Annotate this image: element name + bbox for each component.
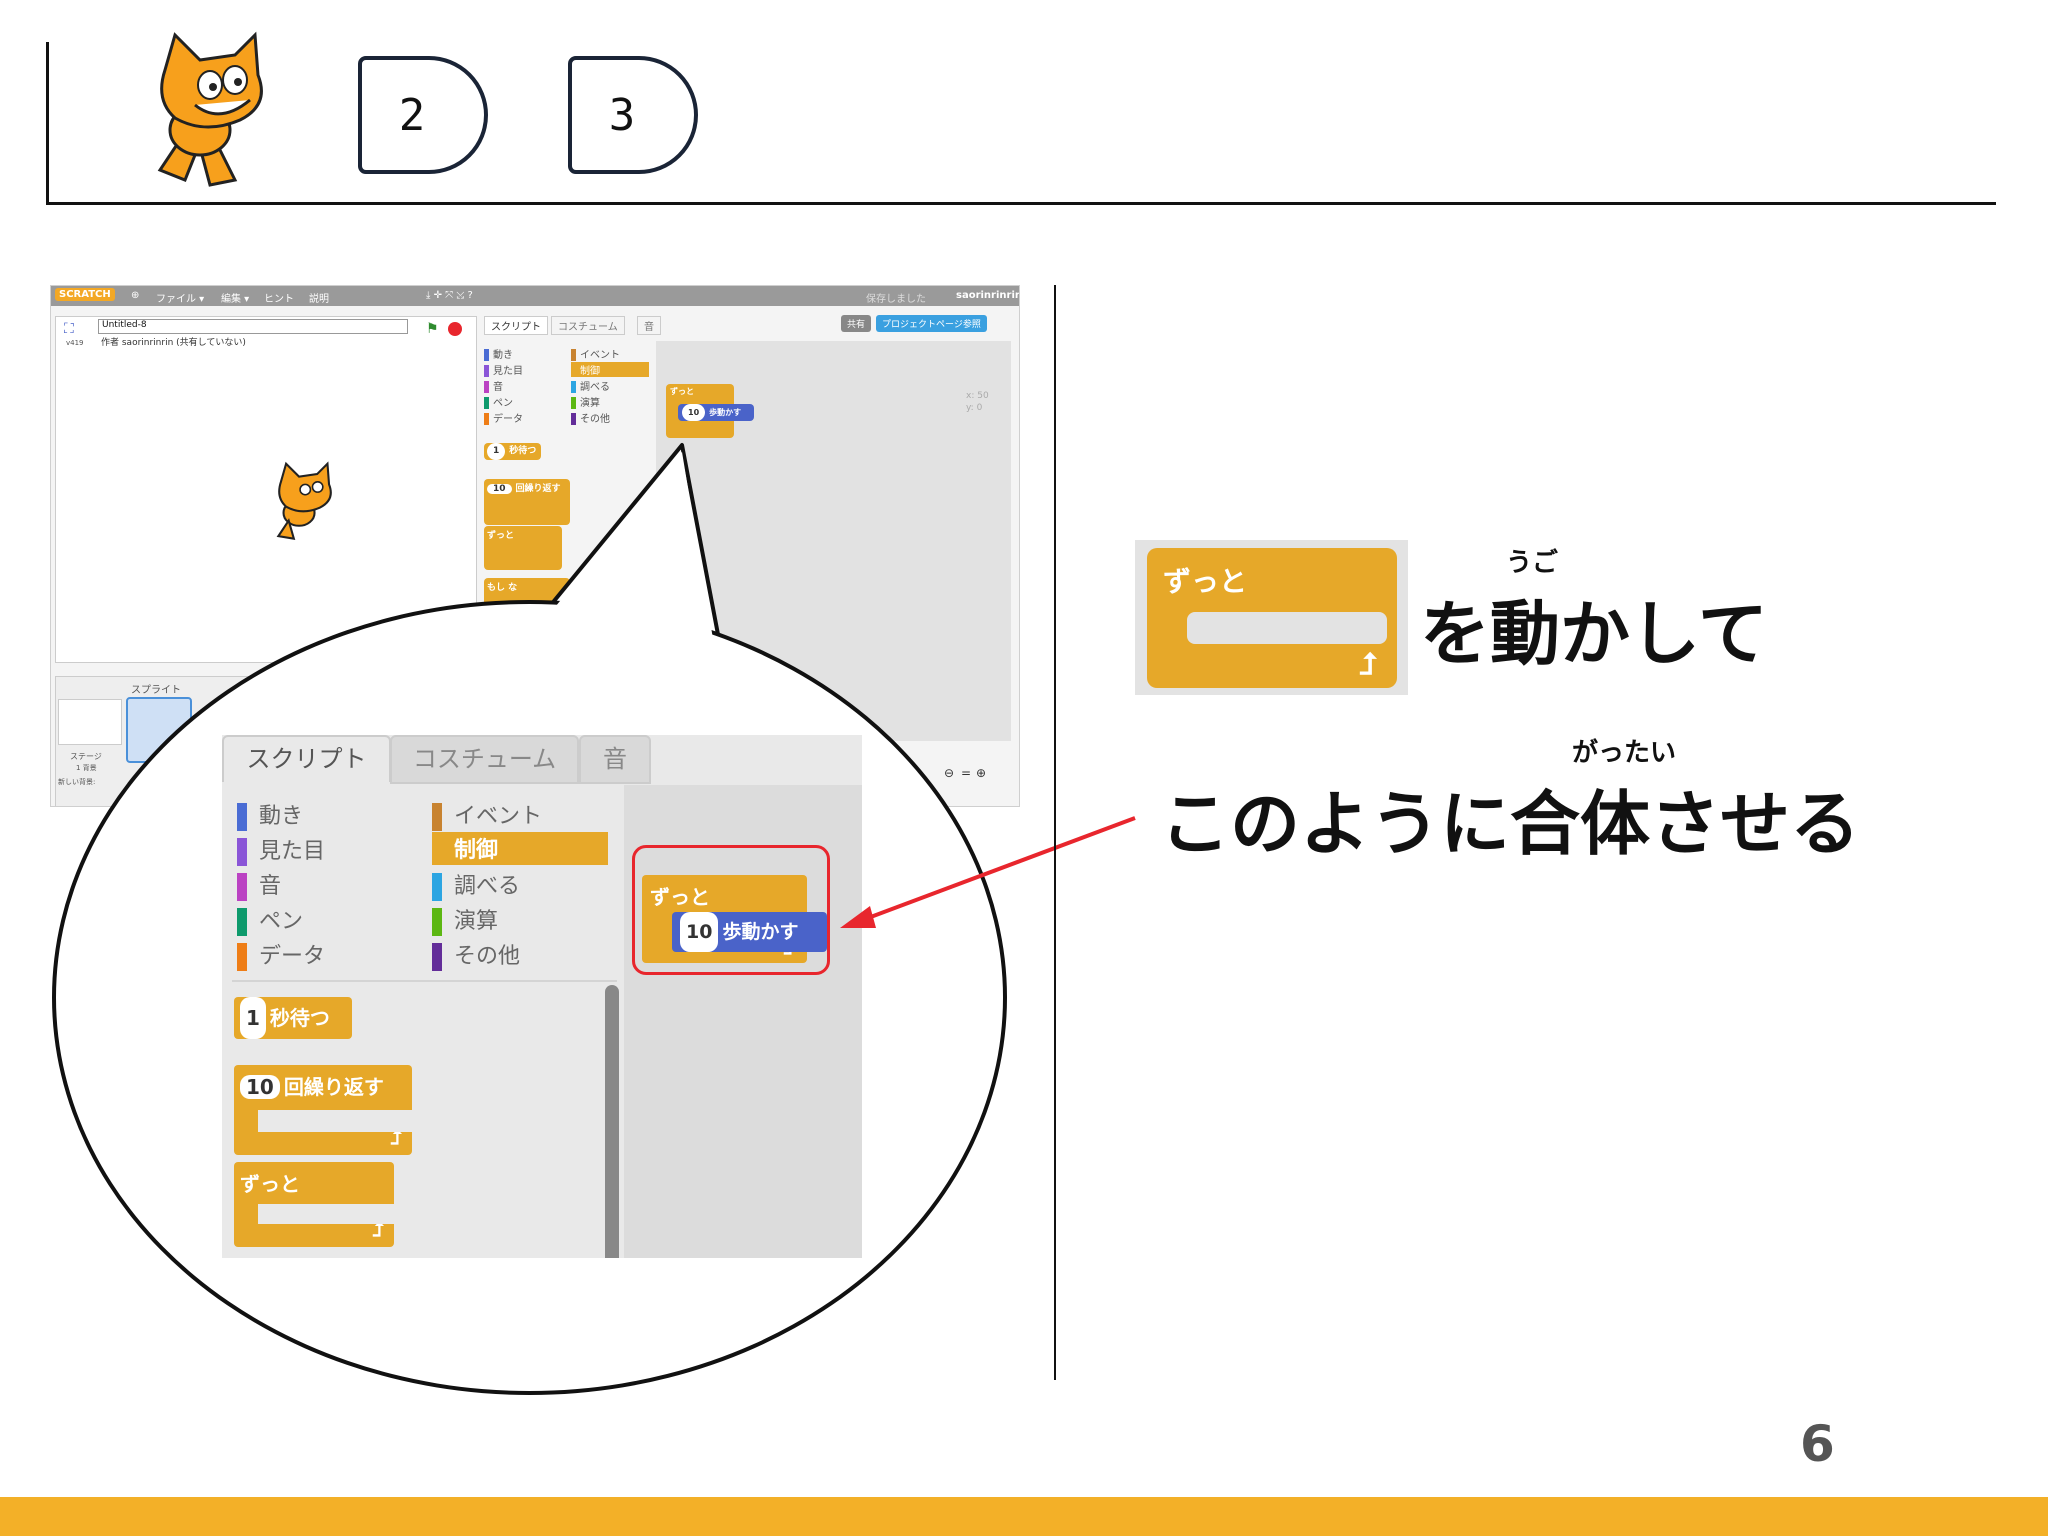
red-arrow (840, 816, 1136, 928)
instruction-line-2: このように合体させる (1160, 783, 1860, 865)
zoom-palette-scrollbar[interactable] (605, 985, 619, 1258)
page-number: 6 (1800, 1415, 1835, 1473)
ruby-ugo: うご (1506, 548, 1559, 578)
column-divider (1054, 285, 1056, 1380)
zoom-repeat-block[interactable]: 10 回繰り返す ⮥ (234, 1065, 418, 1155)
zoom-wait-block[interactable]: 1 秒待つ (234, 997, 352, 1039)
forever-arrow-icon: ⮥ (1359, 647, 1377, 682)
ruby-gattai: がったい (1572, 738, 1677, 768)
zoom-forever-block[interactable]: ずっと ⮥ (234, 1162, 398, 1247)
forever-block-illustration: ずっと ⮥ (1135, 540, 1408, 695)
forever-block-gap (1187, 612, 1387, 644)
footer-bar (0, 1497, 2048, 1536)
instruction-line-1: を動かして (1420, 593, 1768, 675)
